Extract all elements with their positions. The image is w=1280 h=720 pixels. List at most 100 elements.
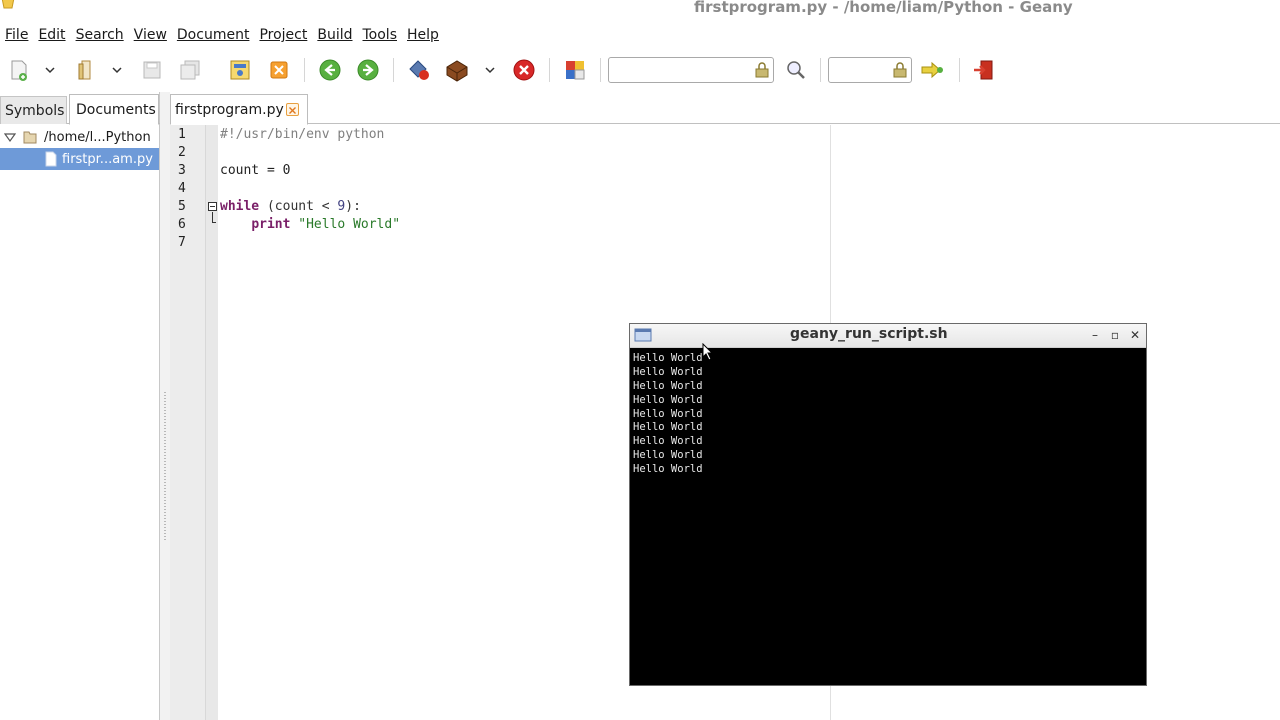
- code-lines: #!/usr/bin/env python count = 0 while (c…: [220, 126, 400, 252]
- menu-search[interactable]: Search: [72, 27, 128, 43]
- compile-icon: [409, 60, 429, 80]
- terminal-line: Hello World: [633, 393, 703, 406]
- toolbar-separator: [304, 58, 305, 82]
- folder-icon: [23, 131, 37, 144]
- menu-help[interactable]: Help: [403, 27, 443, 43]
- tab-firstprogram[interactable]: firstprogram.py: [170, 94, 308, 125]
- reload-icon: [230, 60, 250, 80]
- menu-document[interactable]: Document: [173, 27, 254, 43]
- build-dropdown[interactable]: [483, 56, 497, 84]
- terminal-title: geany_run_script.sh: [790, 326, 948, 342]
- terminal-line: Hello World: [633, 407, 703, 420]
- fold-end: [212, 222, 216, 223]
- line-number: 2: [178, 145, 186, 160]
- new-file-button[interactable]: [4, 56, 34, 84]
- terminal-line: Hello World: [633, 352, 703, 364]
- documents-tree: /home/l...Python firstpr...am.py: [0, 126, 159, 170]
- open-file-dropdown[interactable]: [110, 56, 124, 84]
- pane-splitter[interactable]: [160, 92, 170, 720]
- close-icon: [270, 61, 288, 79]
- terminal-line: Hello World: [633, 365, 703, 378]
- menu-edit[interactable]: Edit: [34, 27, 69, 43]
- build-icon: [446, 60, 468, 82]
- maximize-icon[interactable]: ▫: [1108, 327, 1122, 343]
- toolbar-separator: [820, 58, 821, 82]
- fold-line: [212, 212, 213, 222]
- tab-symbols[interactable]: Symbols: [0, 96, 67, 124]
- save-all-icon: [180, 60, 200, 80]
- back-icon: [319, 59, 341, 81]
- terminal-output: Hello World Hello World Hello World Hell…: [633, 352, 703, 477]
- goto-line-button[interactable]: [918, 56, 948, 84]
- fold-toggle-icon[interactable]: [208, 202, 217, 211]
- sidebar: Symbols Documents /home/l...Python first…: [0, 92, 160, 720]
- stop-icon: [513, 59, 535, 81]
- save-button[interactable]: [137, 56, 167, 84]
- quit-icon: [974, 60, 993, 80]
- toolbar-separator: [549, 58, 550, 82]
- tab-close-icon[interactable]: [286, 103, 299, 116]
- save-all-button[interactable]: [175, 56, 205, 84]
- back-button[interactable]: [315, 56, 345, 84]
- reload-button[interactable]: [225, 56, 255, 84]
- terminal-line: Hello World: [633, 421, 703, 434]
- tree-file-row[interactable]: firstpr...am.py: [0, 148, 159, 170]
- menu-bar: File Edit Search View Document Project B…: [0, 22, 1280, 48]
- line-number: 4: [178, 181, 186, 196]
- sidebar-tabs: Symbols Documents: [0, 92, 160, 125]
- build-button[interactable]: [442, 56, 472, 84]
- toolbar-separator: [600, 58, 601, 82]
- new-file-dropdown[interactable]: [43, 56, 57, 84]
- expander-triangle-icon[interactable]: [4, 131, 16, 143]
- search-input[interactable]: [608, 57, 774, 83]
- line-number: 7: [178, 235, 186, 250]
- chevron-down-icon: [485, 67, 495, 74]
- compile-button[interactable]: [404, 56, 434, 84]
- code-line: print "Hello World": [251, 217, 401, 232]
- mouse-pointer-icon: [702, 343, 714, 361]
- quit-button[interactable]: [968, 56, 998, 84]
- tab-documents[interactable]: Documents: [69, 94, 159, 125]
- new-file-icon: [11, 60, 27, 81]
- title-bar: firstprogram.py - /home/liam/Python - Ge…: [0, 0, 1280, 20]
- line-number: 5: [178, 199, 186, 214]
- editor-tab-label: firstprogram.py: [175, 101, 284, 118]
- menu-project[interactable]: Project: [255, 27, 311, 43]
- tree-folder-row[interactable]: /home/l...Python: [0, 126, 159, 148]
- close-window-icon[interactable]: ✕: [1128, 327, 1142, 343]
- editor-tabs: firstprogram.py: [170, 92, 1280, 125]
- line-number: 1: [178, 127, 186, 142]
- menu-tools[interactable]: Tools: [359, 27, 402, 43]
- color-chooser-icon: [566, 61, 585, 80]
- close-file-button[interactable]: [264, 56, 294, 84]
- color-chooser-button[interactable]: [560, 56, 590, 84]
- terminal-line: Hello World: [633, 435, 703, 448]
- find-button[interactable]: [781, 56, 811, 84]
- window-icon: [634, 328, 652, 342]
- forward-icon: [357, 59, 379, 81]
- line-number: 3: [178, 163, 186, 178]
- file-icon: [45, 151, 57, 167]
- toolbar: [0, 50, 1280, 90]
- forward-button[interactable]: [353, 56, 383, 84]
- splitter-grip[interactable]: [164, 392, 166, 542]
- tree-file-label: firstpr...am.py: [62, 151, 153, 167]
- open-file-button[interactable]: [70, 56, 100, 84]
- search-icon: [787, 61, 805, 79]
- terminal-line: Hello World: [633, 463, 703, 476]
- goto-line-icon: [921, 61, 943, 79]
- code-line: count = 0: [220, 163, 291, 178]
- terminal-window[interactable]: geany_run_script.sh – ▫ ✕ Hello World He…: [629, 323, 1147, 686]
- minimize-icon[interactable]: –: [1088, 327, 1102, 343]
- stop-button[interactable]: [509, 56, 539, 84]
- clear-field-icon[interactable]: [753, 61, 771, 79]
- toolbar-separator: [959, 58, 960, 82]
- window-title: firstprogram.py - /home/liam/Python - Ge…: [694, 0, 1073, 16]
- menu-view[interactable]: View: [130, 27, 171, 43]
- save-icon: [143, 61, 161, 79]
- clear-field-icon[interactable]: [891, 61, 909, 79]
- menu-file[interactable]: File: [1, 27, 32, 43]
- menu-build[interactable]: Build: [313, 27, 356, 43]
